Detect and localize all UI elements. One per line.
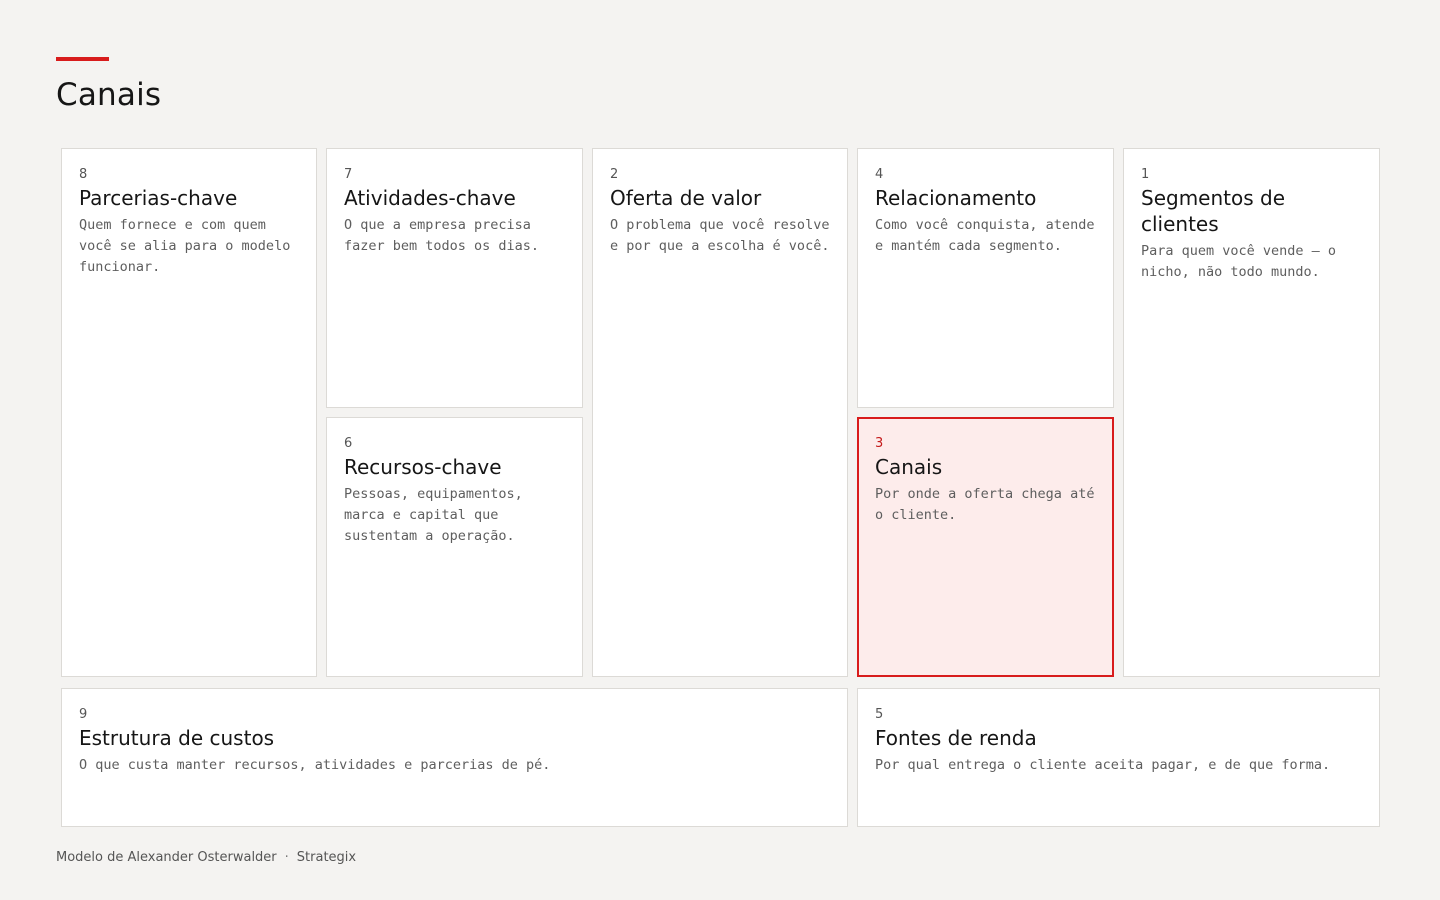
canvas-block-canais-selected[interactable]: 3 Canais Por onde a oferta chega até o c…	[857, 417, 1114, 677]
canvas-block-relacionamento[interactable]: 4 Relacionamento Como você conquista, at…	[857, 148, 1114, 408]
block-title: Fontes de renda	[875, 726, 1037, 750]
footer-brand: Strategix	[296, 850, 357, 865]
block-description: Por onde a oferta chega até o cliente.	[875, 486, 1095, 523]
block-description: Como você conquista, atende e mantém cad…	[875, 217, 1095, 254]
block-description: Quem fornece e com quem você se alia par…	[79, 217, 291, 275]
footer: Modelo de Alexander Osterwalder · Strategi…	[56, 850, 356, 866]
canvas-block-fontes-de-renda[interactable]: 5 Fontes de renda Por qual entrega o cli…	[857, 688, 1380, 827]
block-title: Parcerias-chave	[79, 186, 238, 210]
canvas-block-segmentos-de-clientes[interactable]: 1 Segmentos de clientes Para quem você v…	[1123, 148, 1380, 677]
block-description: O que custa manter recursos, atividades …	[79, 757, 551, 773]
block-number: 8	[79, 167, 88, 182]
block-title: Recursos-chave	[344, 455, 502, 479]
block-number: 6	[344, 436, 353, 451]
title-accent-bar	[56, 57, 109, 61]
block-number: 9	[79, 707, 88, 722]
footer-credit: Modelo de Alexander Osterwalder	[56, 850, 277, 865]
block-title: Relacionamento	[875, 186, 1037, 210]
page-title: Canais	[56, 77, 162, 113]
block-number: 7	[344, 167, 353, 182]
block-number: 3	[875, 436, 884, 451]
footer-separator: ·	[284, 850, 289, 865]
block-number: 4	[875, 167, 884, 182]
canvas-block-parcerias-chave[interactable]: 8 Parcerias-chave Quem fornece e com que…	[61, 148, 317, 677]
block-description: Por qual entrega o cliente aceita pagar,…	[875, 757, 1331, 773]
block-number: 1	[1141, 167, 1150, 182]
block-number: 2	[610, 167, 619, 182]
block-description: O que a empresa precisa fazer bem todos …	[344, 217, 540, 254]
block-number: 5	[875, 707, 884, 722]
block-title: Oferta de valor	[610, 186, 762, 210]
block-title: Segmentos de clientes	[1141, 186, 1286, 236]
block-title: Atividades-chave	[344, 186, 516, 210]
block-description: O problema que você resolve e por que a …	[610, 217, 830, 254]
block-description: Pessoas, equipamentos, marca e capital q…	[344, 486, 523, 544]
block-title: Canais	[875, 455, 943, 479]
block-description: Para quem você vende — o nicho, não todo…	[1141, 243, 1337, 280]
canvas-block-recursos-chave[interactable]: 6 Recursos-chave Pessoas, equipamentos, …	[326, 417, 583, 677]
canvas-block-atividades-chave[interactable]: 7 Atividades-chave O que a empresa preci…	[326, 148, 583, 408]
canvas-block-estrutura-de-custos[interactable]: 9 Estrutura de custos O que custa manter…	[61, 688, 848, 827]
block-title: Estrutura de custos	[79, 726, 275, 750]
canvas-block-oferta-de-valor[interactable]: 2 Oferta de valor O problema que você re…	[592, 148, 848, 677]
